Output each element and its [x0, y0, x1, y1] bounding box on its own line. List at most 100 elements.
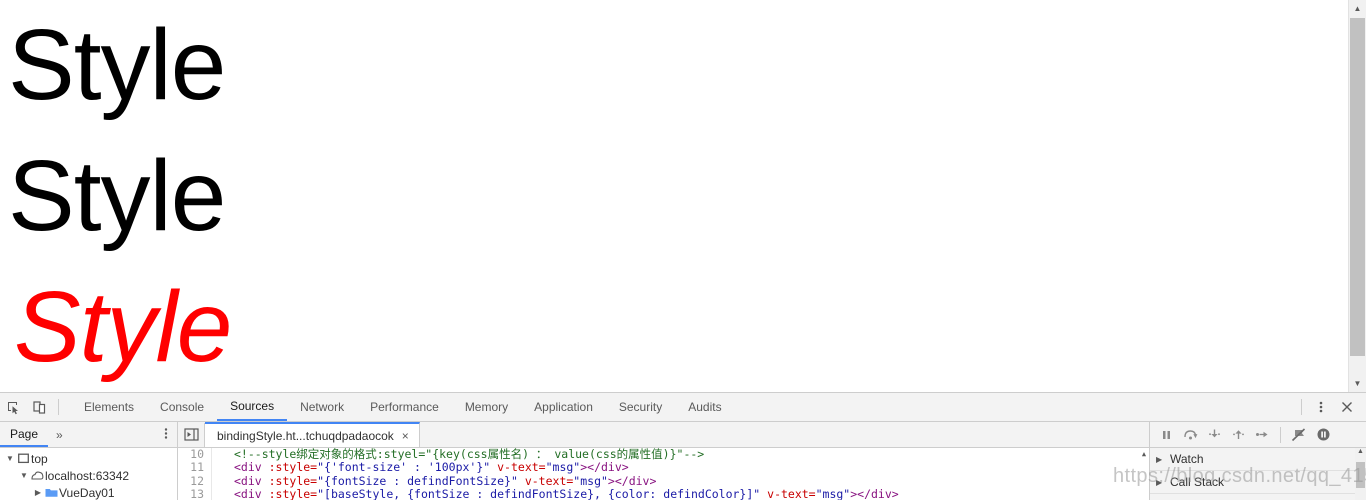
- tree-item-label: localhost:63342: [45, 468, 130, 483]
- twisty-expanded-icon[interactable]: ▼: [4, 454, 16, 463]
- deactivate-breakpoints-icon[interactable]: [1287, 423, 1311, 447]
- editor-pane: bindingStyle.ht...tchuqdpadaocok × 10 <!…: [178, 422, 1150, 500]
- page-vertical-scrollbar[interactable]: ▲ ▼: [1348, 0, 1366, 392]
- close-icon[interactable]: [1334, 394, 1360, 420]
- code-line: 11 <div :style="{'font-size' : '100px'}"…: [178, 460, 1149, 475]
- code-token-value: "msg": [815, 486, 851, 500]
- code-token-attr: v-text=: [497, 460, 546, 475]
- tree-item-top[interactable]: ▼ top: [0, 450, 177, 467]
- code-token-attr: :style=: [268, 486, 318, 500]
- navigator-pane: Page » ▼ top ▼ localhost:63342 ▶ VueDay0…: [0, 422, 178, 500]
- code-token-attr: :style=: [268, 473, 318, 488]
- twisty-collapsed-icon[interactable]: ▶: [1156, 478, 1170, 487]
- tab-security[interactable]: Security: [606, 393, 675, 421]
- debugger-sidebar: ▶ Watch ▶ Call Stack ▲: [1150, 422, 1366, 500]
- editor-tabbar: bindingStyle.ht...tchuqdpadaocok ×: [178, 422, 1149, 448]
- debugger-toolbar-divider: [1280, 426, 1281, 443]
- code-editor[interactable]: 10 <!--style绑定对象的格式:styel="{key(css属性名) …: [178, 448, 1149, 500]
- page-viewport: Style Style Style: [0, 0, 1349, 392]
- twisty-collapsed-icon[interactable]: ▶: [1156, 455, 1170, 464]
- frame-icon: [16, 453, 31, 464]
- twisty-collapsed-icon[interactable]: ▶: [32, 488, 44, 497]
- editor-file-tab[interactable]: bindingStyle.ht...tchuqdpadaocok ×: [205, 422, 420, 447]
- cloud-icon: [30, 470, 45, 481]
- debugger-section-label: Call Stack: [1170, 475, 1225, 489]
- tree-item-localhost[interactable]: ▼ localhost:63342: [0, 467, 177, 484]
- tree-item-vueday01[interactable]: ▶ VueDay01: [0, 484, 177, 500]
- tab-performance[interactable]: Performance: [357, 393, 452, 421]
- style-text-line-3: Style: [14, 271, 232, 383]
- kebab-menu-icon[interactable]: [1308, 394, 1334, 420]
- debugger-section-watch[interactable]: ▶ Watch: [1150, 448, 1366, 471]
- scroll-up-arrow-icon[interactable]: ▲: [1349, 0, 1366, 17]
- editor-file-tab-close-icon[interactable]: ×: [402, 429, 409, 443]
- tab-network[interactable]: Network: [287, 393, 357, 421]
- debugger-section-call-stack[interactable]: ▶ Call Stack: [1150, 471, 1366, 494]
- tab-audits[interactable]: Audits: [675, 393, 734, 421]
- code-token-tag: <div: [234, 460, 269, 475]
- debugger-vertical-scrollbar[interactable]: ▲: [1355, 448, 1366, 500]
- code-token-value: "{'font-size' : '100px'}": [317, 460, 491, 475]
- browser-window: Style Style Style ▲ ▼ Elements Console S…: [0, 0, 1366, 500]
- devtools-tabbar-actions: [1295, 394, 1366, 420]
- code-token-value: "msg": [545, 460, 581, 475]
- code-line: 12 <div :style="{fontSize : defindFontSi…: [178, 473, 1149, 488]
- step-over-icon[interactable]: [1178, 423, 1202, 447]
- tab-application[interactable]: Application: [521, 393, 606, 421]
- code-line: 13 <div :style="[baseStyle, {fontSize : …: [178, 486, 1149, 500]
- pause-on-exceptions-icon[interactable]: [1311, 423, 1335, 447]
- code-token-value: "msg": [573, 473, 608, 488]
- tree-item-label: top: [31, 451, 48, 466]
- scroll-up-arrow-icon[interactable]: ▲: [1139, 448, 1149, 461]
- code-token-comment: <!--style绑定对象的格式:styel="{key(css属性名) ： v…: [234, 448, 705, 461]
- debugger-section-label: Watch: [1170, 452, 1204, 466]
- code-token-attr: :style=: [268, 460, 318, 475]
- inspect-element-icon[interactable]: [0, 394, 26, 420]
- code-token-attr: v-text=: [524, 473, 574, 488]
- style-text-line-2: Style: [8, 140, 226, 252]
- code-token-tag: ></div>: [580, 460, 629, 475]
- device-toolbar-icon[interactable]: [26, 394, 52, 420]
- tab-sources[interactable]: Sources: [217, 393, 288, 421]
- line-number: 10: [178, 448, 212, 462]
- navigator-overflow-chevron-icon[interactable]: »: [48, 428, 71, 442]
- code-token-tag: <div: [234, 473, 269, 488]
- toolbar-divider: [58, 399, 59, 415]
- navigator-tab-page[interactable]: Page: [0, 422, 49, 447]
- tab-console[interactable]: Console: [147, 393, 217, 421]
- line-number: 11: [178, 460, 212, 475]
- code-token-value: "[baseStyle, {fontSize : defindFontSize}…: [317, 486, 761, 500]
- show-navigator-icon[interactable]: [178, 422, 205, 447]
- step-out-icon[interactable]: [1226, 423, 1250, 447]
- folder-icon: [44, 487, 59, 498]
- scrollbar-thumb[interactable]: [1356, 462, 1365, 488]
- code-line: 10 <!--style绑定对象的格式:styel="{key(css属性名) …: [178, 448, 1149, 462]
- devtools-tab-list: Elements Console Sources Network Perform…: [71, 393, 735, 421]
- line-content[interactable]: <div :style="[baseStyle, {fontSize : def…: [212, 486, 899, 500]
- code-token-tag: ></div>: [850, 486, 899, 500]
- twisty-expanded-icon[interactable]: ▼: [18, 471, 30, 480]
- line-content[interactable]: <!--style绑定对象的格式:styel="{key(css属性名) ： v…: [212, 448, 704, 461]
- tab-memory[interactable]: Memory: [452, 393, 521, 421]
- code-token-tag: ></div>: [607, 473, 657, 488]
- editor-file-tab-label: bindingStyle.ht...tchuqdpadaocok: [217, 428, 394, 443]
- navigator-header: Page »: [0, 422, 177, 448]
- line-number: 13: [178, 487, 212, 500]
- line-content[interactable]: <div :style="{fontSize : defindFontSize}…: [212, 473, 657, 488]
- tree-item-label: VueDay01: [59, 485, 115, 500]
- code-vertical-scrollbar[interactable]: ▲: [1139, 448, 1149, 500]
- line-content[interactable]: <div :style="{'font-size' : '100px'}" v-…: [212, 461, 629, 474]
- scrollbar-thumb[interactable]: [1350, 18, 1365, 356]
- pause-script-icon[interactable]: [1154, 423, 1178, 447]
- scroll-up-arrow-icon[interactable]: ▲: [1355, 448, 1366, 455]
- navigator-kebab-menu-icon[interactable]: [155, 427, 177, 443]
- style-text-line-1: Style: [8, 9, 226, 121]
- scroll-down-arrow-icon[interactable]: ▼: [1349, 375, 1366, 392]
- step-into-icon[interactable]: [1202, 423, 1226, 447]
- step-icon[interactable]: [1250, 423, 1274, 447]
- tab-elements[interactable]: Elements: [71, 393, 147, 421]
- toolbar-divider-right: [1301, 399, 1302, 415]
- devtools-tabbar: Elements Console Sources Network Perform…: [0, 393, 1366, 422]
- code-token-attr: v-text=: [767, 486, 816, 500]
